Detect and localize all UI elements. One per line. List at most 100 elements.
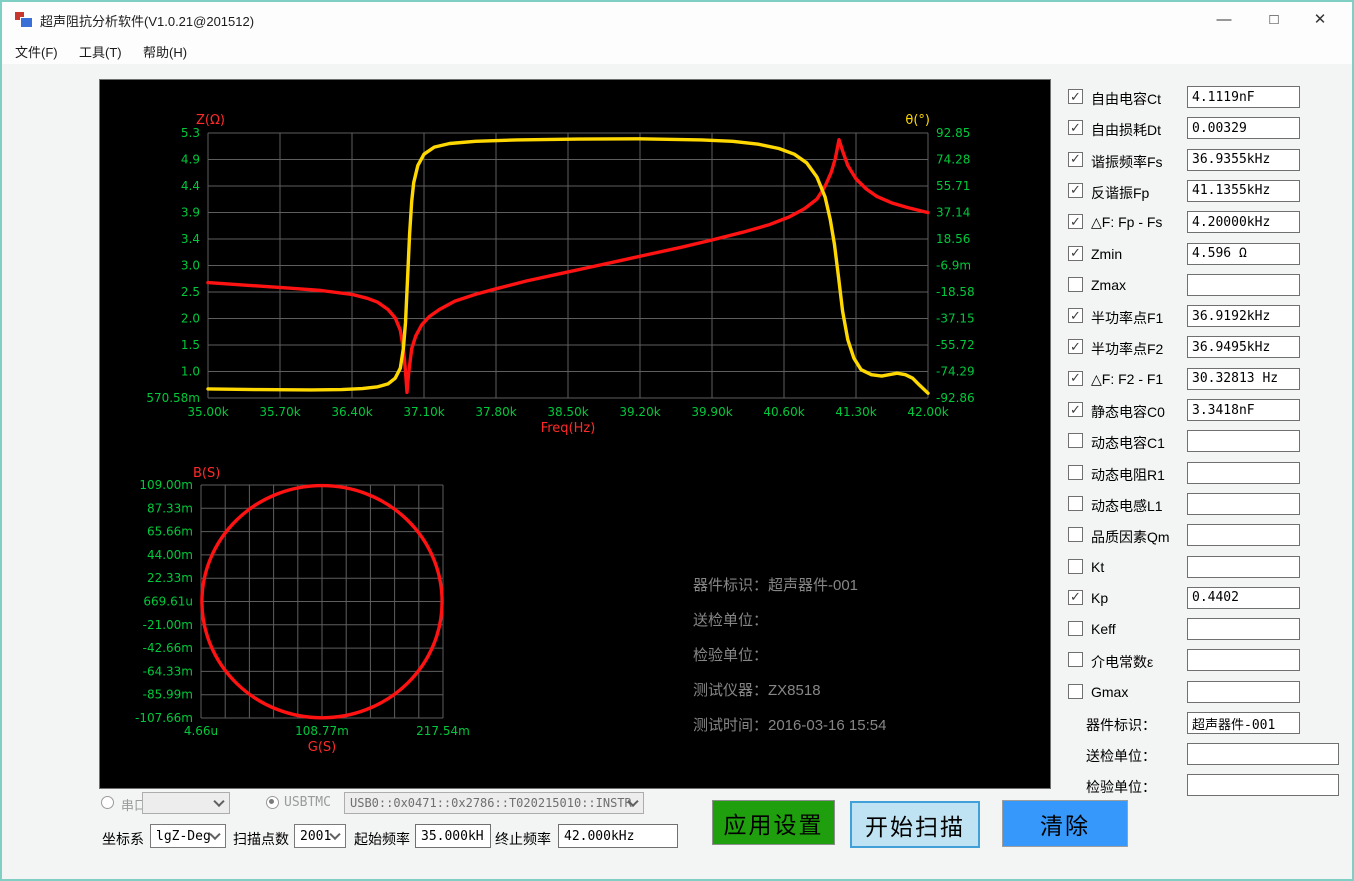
- param-row: Keff: [1064, 618, 1349, 641]
- inspect-unit-input[interactable]: [1187, 774, 1339, 796]
- checkbox-checked-icon[interactable]: ✓: [1068, 120, 1083, 136]
- y-axis-tick: 669.61u: [143, 595, 193, 609]
- param-label: 谐振频率Fs: [1091, 153, 1163, 170]
- usbtmc-radio[interactable]: [266, 796, 279, 809]
- param-row: ✓ Kp: [1064, 586, 1349, 609]
- checkbox-checked-icon[interactable]: ✓: [1068, 370, 1083, 386]
- checkbox-unchecked-icon[interactable]: [1068, 276, 1083, 292]
- y-axis-tick: 22.33m: [147, 571, 193, 585]
- y-axis-tick: 109.00m: [139, 478, 193, 492]
- checkbox-unchecked-icon[interactable]: [1068, 621, 1083, 637]
- checkbox-unchecked-icon[interactable]: [1068, 683, 1083, 699]
- menu-item-help[interactable]: 帮助(H): [143, 42, 187, 61]
- param-value-input[interactable]: [1187, 492, 1300, 515]
- param-label: Kp: [1091, 589, 1109, 606]
- start-freq-input[interactable]: [415, 824, 491, 848]
- param-value-input[interactable]: [1187, 430, 1300, 453]
- x-axis-tick: 40.60k: [763, 405, 804, 419]
- param-value-input[interactable]: [1187, 367, 1300, 390]
- inspect-unit-row: 检验单位：: [1064, 774, 1349, 796]
- submit-unit-input[interactable]: [1187, 743, 1339, 765]
- info-line-submitter: 送检单位：: [693, 612, 769, 629]
- coord-system-combo[interactable]: lgZ-Deg: [150, 824, 226, 848]
- param-value-input[interactable]: [1187, 586, 1300, 609]
- minimize-button[interactable]: —: [1201, 2, 1247, 36]
- x-axis-tick: 217.54m: [416, 724, 470, 738]
- checkbox-checked-icon[interactable]: ✓: [1068, 89, 1083, 104]
- checkbox-unchecked-icon[interactable]: [1068, 433, 1083, 449]
- param-value-input[interactable]: [1187, 148, 1300, 171]
- stop-freq-label: 终止频率: [495, 831, 551, 847]
- param-value-input[interactable]: [1187, 555, 1300, 578]
- checkbox-checked-icon[interactable]: ✓: [1068, 589, 1083, 605]
- param-value-input[interactable]: [1187, 305, 1300, 328]
- x-axis-tick: 37.80k: [475, 405, 516, 419]
- x-axis-tick: 35.00k: [187, 405, 228, 419]
- chevron-down-icon: [209, 828, 221, 841]
- x-axis-tick: 4.66u: [184, 724, 218, 738]
- checkbox-unchecked-icon[interactable]: [1068, 652, 1083, 668]
- serial-radio[interactable]: [101, 796, 114, 809]
- left-axis-tick: 570.58m: [146, 391, 200, 405]
- right-axis-tick: -37.15: [936, 312, 975, 326]
- param-row: ✓ △F: F2 - F1: [1064, 367, 1349, 390]
- param-value-input[interactable]: [1187, 117, 1300, 140]
- checkbox-unchecked-icon[interactable]: [1068, 527, 1083, 543]
- app-icon: [15, 11, 33, 28]
- param-label: Kt: [1091, 558, 1105, 575]
- y-axis-tick: 87.33m: [147, 501, 193, 515]
- left-axis-label: Z(Ω): [196, 113, 225, 128]
- right-axis-tick: -92.86: [936, 391, 975, 405]
- charts-svg: 5.3 4.9 4.4 3.9 3.4 3.0 2.5 2.0 1.5 1.0 570.58m 92.…: [135, 113, 975, 755]
- param-label: 自由损耗Dt: [1091, 122, 1161, 139]
- param-value-input[interactable]: [1187, 461, 1300, 484]
- param-row: ✓ 静态电容C0: [1064, 399, 1349, 421]
- param-value-input[interactable]: [1187, 242, 1300, 265]
- menu-item-file[interactable]: 文件(F): [15, 42, 58, 61]
- param-label: 品质因素Qm: [1091, 529, 1170, 546]
- param-value-input[interactable]: [1187, 86, 1300, 108]
- checkbox-unchecked-icon[interactable]: [1068, 495, 1083, 511]
- checkbox-unchecked-icon[interactable]: [1068, 464, 1083, 480]
- left-axis-tick: 4.9: [181, 153, 200, 167]
- param-value-input[interactable]: [1187, 179, 1300, 202]
- apply-settings-button[interactable]: 应用设置: [712, 800, 835, 845]
- y-axis-tick: 65.66m: [147, 525, 193, 539]
- param-value-input[interactable]: [1187, 618, 1300, 641]
- device-id-input[interactable]: [1187, 712, 1300, 734]
- menu-item-tools[interactable]: 工具(T): [79, 42, 122, 61]
- coord-system-value: lgZ-Deg: [156, 828, 211, 844]
- checkbox-checked-icon[interactable]: ✓: [1068, 214, 1083, 230]
- sweep-points-label: 扫描点数: [233, 831, 289, 847]
- param-value-input[interactable]: [1187, 680, 1300, 703]
- sweep-points-combo[interactable]: 2001: [294, 824, 346, 848]
- start-freq-label: 起始频率: [354, 831, 410, 847]
- param-value-input[interactable]: [1187, 273, 1300, 296]
- stop-freq-input[interactable]: [558, 824, 678, 848]
- serial-port-combo[interactable]: [142, 792, 230, 814]
- param-value-input[interactable]: [1187, 399, 1300, 421]
- param-value-input[interactable]: [1187, 524, 1300, 547]
- close-button[interactable]: ✕: [1297, 2, 1343, 36]
- clear-button[interactable]: 清除: [1002, 800, 1128, 847]
- start-scan-button[interactable]: 开始扫描: [850, 801, 980, 848]
- param-value-input[interactable]: [1187, 211, 1300, 234]
- checkbox-unchecked-icon[interactable]: [1068, 558, 1083, 574]
- param-value-input[interactable]: [1187, 336, 1300, 359]
- param-label: Keff: [1091, 621, 1116, 638]
- x-axis-tick: 36.40k: [331, 405, 372, 419]
- y-axis-tick: -42.66m: [143, 641, 193, 655]
- checkbox-checked-icon[interactable]: ✓: [1068, 182, 1083, 198]
- usbtmc-address-combo[interactable]: USB0::0x0471::0x2786::T020215010::INSTR: [344, 792, 644, 814]
- left-axis-tick: 4.4: [181, 179, 200, 193]
- param-value-input[interactable]: [1187, 649, 1300, 672]
- checkbox-checked-icon[interactable]: ✓: [1068, 339, 1083, 355]
- maximize-button[interactable]: □: [1251, 2, 1297, 36]
- checkbox-checked-icon[interactable]: ✓: [1068, 308, 1083, 324]
- device-id-label: 器件标识：: [1086, 717, 1156, 733]
- checkbox-checked-icon[interactable]: ✓: [1068, 151, 1083, 167]
- checkbox-checked-icon[interactable]: ✓: [1068, 402, 1083, 417]
- checkbox-checked-icon[interactable]: ✓: [1068, 245, 1083, 261]
- right-axis-tick: -74.29: [936, 365, 975, 379]
- param-label: Gmax: [1091, 683, 1129, 700]
